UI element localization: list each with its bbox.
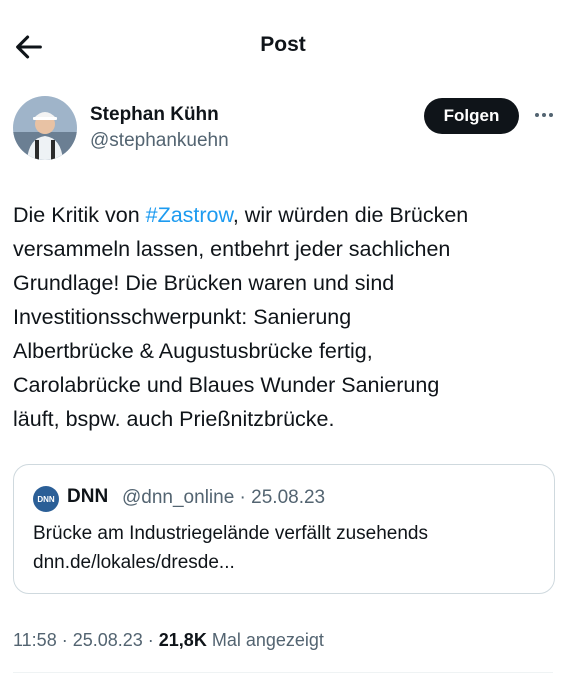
avatar-image: [13, 96, 77, 160]
views-label: Mal angezeigt: [206, 630, 324, 650]
tweet-text-part: , wir würden die Brücken versammeln lass…: [13, 203, 469, 431]
post-timestamp[interactable]: 11:58 · 25.08.23 ·: [13, 630, 159, 650]
author-name[interactable]: Stephan Kühn: [90, 104, 219, 126]
divider: [13, 672, 553, 673]
author-row: Stephan Kühn @stephankuehn Folgen: [13, 96, 553, 162]
quoted-link[interactable]: dnn.de/lokales/dresde...: [33, 552, 235, 574]
follow-button[interactable]: Folgen: [424, 98, 519, 134]
quoted-text: Brücke am Industriegelände verfällt zuse…: [33, 523, 429, 544]
avatar[interactable]: [13, 96, 77, 160]
dnn-logo: DNN: [33, 486, 59, 512]
hashtag-link[interactable]: #Zastrow: [146, 203, 233, 227]
quoted-author-name: DNN: [67, 486, 109, 507]
top-bar: Post: [0, 0, 566, 90]
more-options-icon[interactable]: [533, 106, 555, 124]
page-title: Post: [260, 33, 306, 56]
post-meta: 11:58 · 25.08.23 · 21,8K Mal angezeigt: [13, 630, 324, 651]
quoted-author-meta: @dnn_online · 25.08.23: [122, 487, 326, 508]
tweet-text-part: Die Kritik von: [13, 203, 146, 227]
quoted-post-card[interactable]: DNN DNN @dnn_online · 25.08.23 Brücke am…: [13, 464, 555, 594]
tweet-text: Die Kritik von #Zastrow, wir würden die …: [13, 198, 553, 436]
views-count: 21,8K: [158, 630, 207, 650]
author-handle[interactable]: @stephankuehn: [90, 130, 229, 152]
